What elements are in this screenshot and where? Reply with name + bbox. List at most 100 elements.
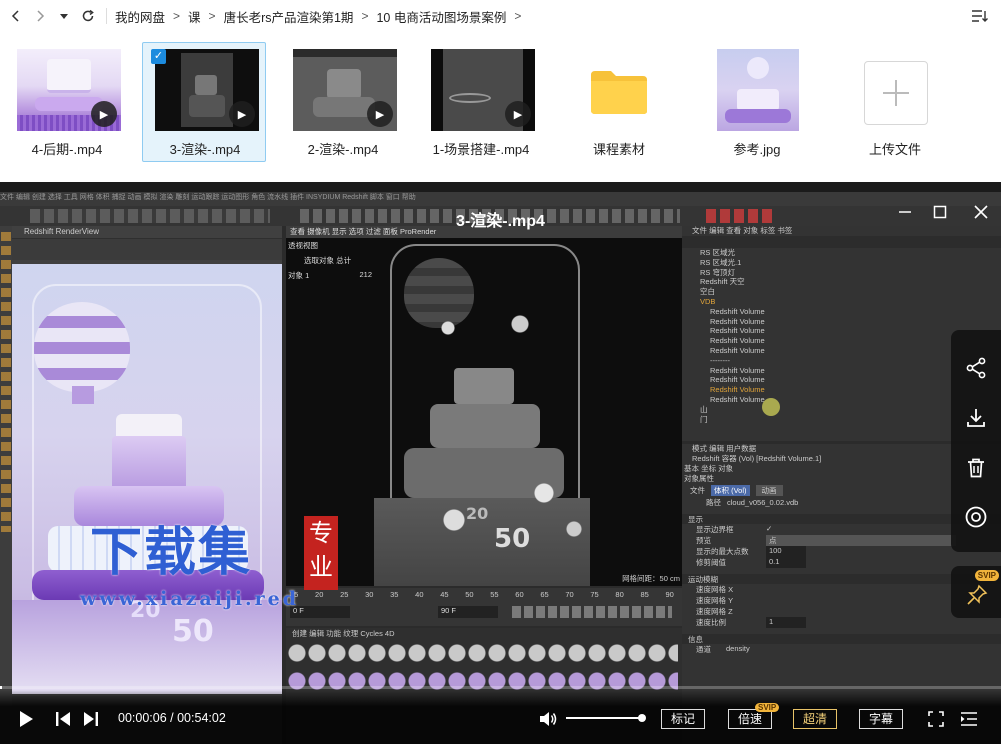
file-name: 4-后期-.mp4 <box>31 142 103 157</box>
file-item[interactable]: ▶ 2-渲染-.mp4 <box>280 42 404 162</box>
back-button[interactable] <box>4 4 28 28</box>
delete-button[interactable] <box>964 456 988 480</box>
upload-file-item[interactable]: 上传文件 <box>832 42 956 162</box>
file-name: 参考.jpg <box>733 142 781 157</box>
object-row: RS 区域光.1 <box>700 257 742 267</box>
attr-row-value: ✓ <box>766 524 773 533</box>
timeline-transport <box>512 606 672 618</box>
chevron-right-icon <box>37 10 45 22</box>
quality-button[interactable]: 超清 <box>793 709 837 729</box>
watermark-seal: 专业 <box>304 516 338 590</box>
timeline-tick: 30 <box>365 590 374 599</box>
file-name: 1-场景搭建-.mp4 <box>432 142 530 157</box>
renderview-toolbar <box>12 238 282 260</box>
timeline-ruler: 15 20 25 30 35 40 45 50 55 60 65 70 75 8… <box>290 590 674 599</box>
volume-icon <box>540 712 557 726</box>
volume-button[interactable] <box>538 709 558 734</box>
attr-row-label: 修剪阈值 <box>696 558 726 567</box>
timeline-tick: 35 <box>390 590 399 599</box>
speed-button[interactable]: 倍速 <box>728 709 772 729</box>
sort-menu-button[interactable] <box>969 6 989 26</box>
redshift-renderview-panel: Redshift RenderView 50 20 <box>12 226 282 744</box>
video-frame[interactable]: 文件 编辑 创建 选择 工具 网格 体积 捕捉 动画 模拟 渲染 雕刻 运动跟踪… <box>0 192 1001 744</box>
bookmark-button[interactable]: 标记 <box>661 709 705 729</box>
watermark-text: 下载集 <box>90 522 253 583</box>
video-thumbnail: ▶ <box>293 49 397 131</box>
timeline-tick: 20 <box>315 590 324 599</box>
file-item-selected[interactable]: ▶ ✓ 3-渲染-.mp4 <box>142 42 266 162</box>
c4d-viewport: 查看 摄像机 显示 选项 过滤 面板 ProRender 透视视图 选取对象 总… <box>286 226 682 586</box>
close-button[interactable] <box>970 204 992 226</box>
timeline-tick: 65 <box>540 590 549 599</box>
download-icon <box>967 409 985 427</box>
attr-row-value: 0.1 <box>766 557 806 568</box>
file-item[interactable]: ▶ 4-后期-.mp4 <box>4 42 128 162</box>
play-button[interactable] <box>16 709 36 734</box>
close-icon <box>974 205 988 219</box>
file-name: 上传文件 <box>868 142 921 157</box>
viewport-info-row-value: 212 <box>359 270 372 279</box>
next-button[interactable] <box>82 710 100 733</box>
subtitle-button[interactable]: 字幕 <box>859 709 903 729</box>
object-row: RS 区域光 <box>700 248 736 257</box>
file-item[interactable]: 参考.jpg <box>694 42 818 162</box>
video-side-actions <box>951 330 1001 552</box>
object-row: RS 穹顶灯 <box>700 267 736 277</box>
minimize-button[interactable] <box>894 204 916 226</box>
maximize-button[interactable] <box>929 204 951 226</box>
folder-item[interactable]: 课程素材 <box>556 42 680 162</box>
file-item[interactable]: ▶ 1-场景搭建-.mp4 <box>418 42 542 162</box>
breadcrumb-item[interactable]: 10 电商活动图场景案例 <box>376 7 506 26</box>
video-thumbnail: ▶ <box>17 49 121 131</box>
object-row: Redshift 天空 <box>700 277 745 287</box>
image-thumbnail <box>717 49 799 131</box>
c4d-menu-bar: 文件 编辑 创建 选择 工具 网格 体积 捕捉 动画 模拟 渲染 雕刻 运动跟踪… <box>0 192 1001 206</box>
skip-forward-icon <box>84 712 98 726</box>
watermark-url: www.xiazaiji.red <box>80 588 300 610</box>
time-display: 00:00:06 / 00:54:02 <box>118 711 226 725</box>
volume-slider-handle[interactable] <box>638 714 646 722</box>
timeline-tick: 50 <box>465 590 474 599</box>
object-row: Redshift Volume <box>710 316 765 326</box>
attr-row-value: 点 <box>766 535 956 546</box>
preview-mode-button[interactable] <box>964 505 988 529</box>
timeline-tick: 80 <box>615 590 624 599</box>
video-progress-fill <box>0 686 2 689</box>
c4d-left-toolbar <box>0 226 12 744</box>
checkbox-checked-icon[interactable]: ✓ <box>151 49 166 64</box>
attr-file-value: 体积 (Vol) <box>711 484 750 496</box>
viewport-mode-label: 透视视图 <box>288 241 318 250</box>
folder-icon <box>589 67 649 115</box>
breadcrumb-item[interactable]: 我的网盘 <box>115 7 165 26</box>
video-thumbnail: ▶ <box>155 49 259 131</box>
pin-on-top-button[interactable]: SVIP <box>951 566 1001 618</box>
volume-slider-fill <box>566 717 642 719</box>
svip-badge: SVIP <box>974 570 999 581</box>
total-time: 00:54:02 <box>177 711 226 725</box>
attr-path-label: 路径 <box>706 497 721 507</box>
history-dropdown-button[interactable] <box>52 4 76 28</box>
object-row: Redshift Volume <box>710 306 765 316</box>
play-icon: ▶ <box>505 101 531 127</box>
forward-button[interactable] <box>28 4 52 28</box>
breadcrumb-separator: > <box>208 9 216 23</box>
breadcrumb-item[interactable]: 唐长老rs产品渲染第1期 <box>224 7 354 26</box>
fullscreen-button[interactable] <box>928 711 944 732</box>
caret-down-icon <box>60 14 68 19</box>
video-title: 3-渲染-.mp4 <box>456 213 545 230</box>
file-name: 2-渲染-.mp4 <box>307 142 379 157</box>
volume-slider[interactable] <box>566 714 646 722</box>
playlist-button[interactable] <box>960 711 978 732</box>
play-icon: ▶ <box>229 101 255 127</box>
viewport-info-row-label: 对象 1 <box>288 271 310 280</box>
upload-plus-icon <box>864 61 928 125</box>
video-progress-bar[interactable] <box>0 686 1001 689</box>
video-player[interactable]: 文件 编辑 创建 选择 工具 网格 体积 捕捉 动画 模拟 渲染 雕刻 运动跟踪… <box>0 182 1001 744</box>
share-button[interactable] <box>964 356 988 380</box>
refresh-button[interactable] <box>76 4 100 28</box>
breadcrumb-item[interactable]: 课 <box>188 7 201 26</box>
attr-motion-row: 速度比例 <box>696 618 726 627</box>
breadcrumb-separator: > <box>361 9 369 23</box>
download-button[interactable] <box>964 406 988 430</box>
previous-button[interactable] <box>54 710 72 733</box>
